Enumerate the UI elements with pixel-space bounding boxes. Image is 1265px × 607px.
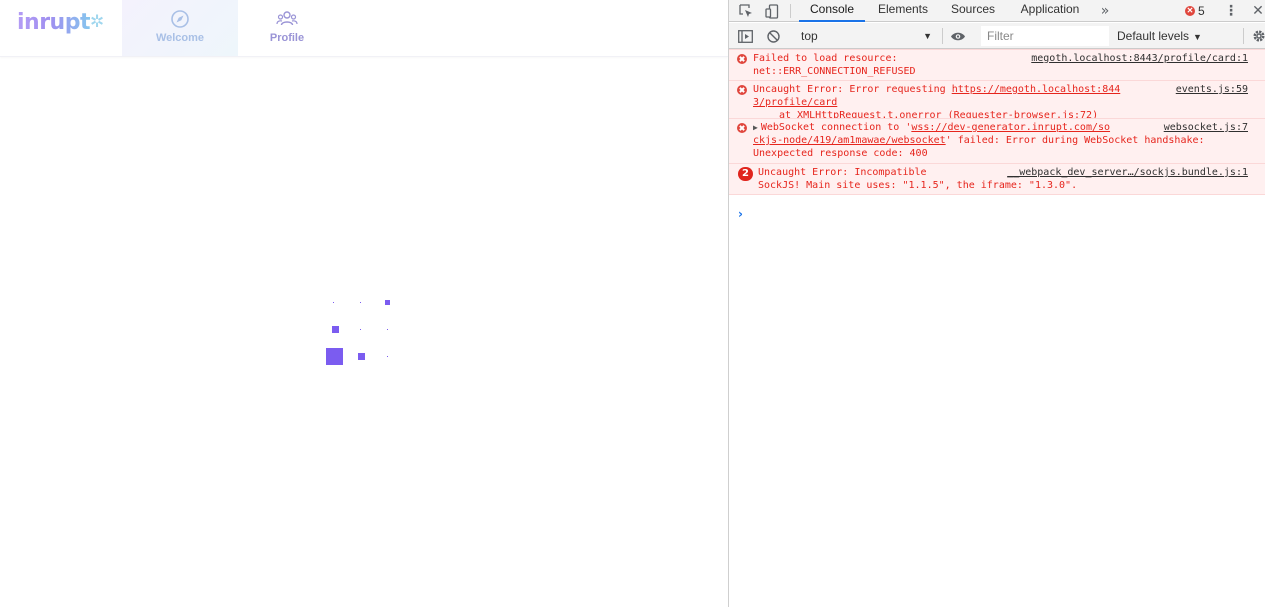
message-source-link[interactable]: websocket.js:7 [1164, 121, 1248, 134]
nav-tab-welcome-label: Welcome [155, 32, 205, 44]
message-text: ' failed: Error during WebSocket handsha… [945, 135, 1205, 146]
logo-sparkle-icon: ✲ [90, 12, 105, 32]
log-levels-label: Default levels [1117, 29, 1190, 43]
app-viewport: inrupt ✲ Welcome Profile [0, 0, 728, 607]
tab-application[interactable]: Application [1013, 0, 1087, 22]
nav-tab-profile-label: Profile [269, 32, 305, 44]
console-error-message[interactable]: websocket.js:7 ▶ WebSocket connection to … [729, 118, 1265, 164]
console-error-message[interactable]: events.js:59 Uncaught Error: Error reque… [729, 80, 1265, 121]
error-icon [737, 54, 747, 64]
caret-down-icon: ▼ [1193, 32, 1202, 42]
expand-triangle-icon[interactable]: ▶ [753, 121, 758, 134]
console-error-message[interactable]: 2 __webpack_dev_server…/sockjs.bundle.js… [729, 163, 1265, 195]
repeat-count-badge: 2 [738, 167, 753, 181]
context-value: top [801, 29, 818, 43]
context-select[interactable]: top ▼ [799, 26, 934, 46]
error-circle-icon: ✕ [1185, 6, 1195, 16]
console-prompt-chevron-icon[interactable]: › [738, 207, 743, 221]
message-source-link[interactable]: megoth.localhost:8443/profile/card:1 [1031, 52, 1248, 65]
caret-down-icon: ▼ [923, 31, 932, 41]
inrupt-logo[interactable]: inrupt [17, 10, 90, 35]
message-url-link[interactable]: 3/profile/card [753, 97, 837, 108]
people-icon [276, 11, 298, 26]
device-toolbar-icon[interactable] [760, 0, 784, 22]
error-icon [737, 123, 747, 133]
tab-elements[interactable]: Elements [871, 0, 935, 22]
console-filter-input[interactable] [981, 26, 1109, 46]
error-count-badge[interactable]: ✕ 5 [1185, 3, 1205, 19]
message-url-link[interactable]: https://megoth.localhost:844 [952, 84, 1121, 95]
show-sidebar-icon[interactable] [733, 25, 757, 47]
clear-console-icon[interactable] [761, 25, 785, 47]
console-toolbar: top ▼ Default levels▼ [729, 23, 1265, 49]
error-count: 5 [1198, 4, 1205, 18]
devtools-panel: Console Elements Sources Application » ✕… [728, 0, 1265, 607]
message-source-link[interactable]: __webpack_dev_server…/sockjs.bundle.js:1 [1007, 166, 1248, 179]
close-devtools-icon[interactable]: ✕ [1246, 0, 1265, 22]
log-levels-dropdown[interactable]: Default levels ▼ [1117, 26, 1202, 46]
message-text: Uncaught Error: Error requesting [753, 84, 952, 95]
message-url-link[interactable]: ckjs-node/419/am1mawae/websocket [753, 135, 946, 146]
devtools-tabbar: Console Elements Sources Application » ✕… [729, 0, 1265, 22]
message-text: WebSocket connection to ' [760, 122, 912, 133]
tab-sources[interactable]: Sources [943, 0, 1003, 22]
live-expression-eye-icon[interactable] [946, 25, 970, 47]
nav-tab-profile[interactable]: Profile [229, 0, 345, 56]
message-source-link[interactable]: events.js:59 [1176, 83, 1248, 96]
console-settings-gear-icon[interactable] [1247, 25, 1265, 47]
error-icon [737, 85, 747, 95]
inspect-element-icon[interactable] [734, 0, 758, 22]
message-text-line: SockJS! Main site uses: "1.1.5", the ifr… [758, 180, 1078, 191]
loading-squares-icon [322, 295, 398, 371]
toolbar-divider [790, 4, 791, 18]
compass-icon [171, 10, 189, 28]
kebab-menu-icon[interactable]: ⋮ [1219, 0, 1243, 22]
app-header: inrupt ✲ Welcome Profile [0, 0, 728, 57]
nav-tab-welcome[interactable]: Welcome [122, 0, 238, 56]
console-messages: megoth.localhost:8443/profile/card:1 Fai… [729, 49, 1265, 195]
chevron-double-right-icon[interactable]: » [1093, 0, 1117, 22]
console-error-message[interactable]: megoth.localhost:8443/profile/card:1 Fai… [729, 49, 1265, 81]
message-url-link[interactable]: wss://dev-generator.inrupt.com/so [911, 122, 1110, 133]
message-text-line: net::ERR_CONNECTION_REFUSED [753, 66, 916, 77]
toolbar-divider [942, 28, 943, 44]
message-text-line: Unexpected response code: 400 [753, 148, 928, 159]
toolbar-divider [1243, 28, 1244, 44]
tab-console[interactable]: Console [799, 0, 865, 22]
